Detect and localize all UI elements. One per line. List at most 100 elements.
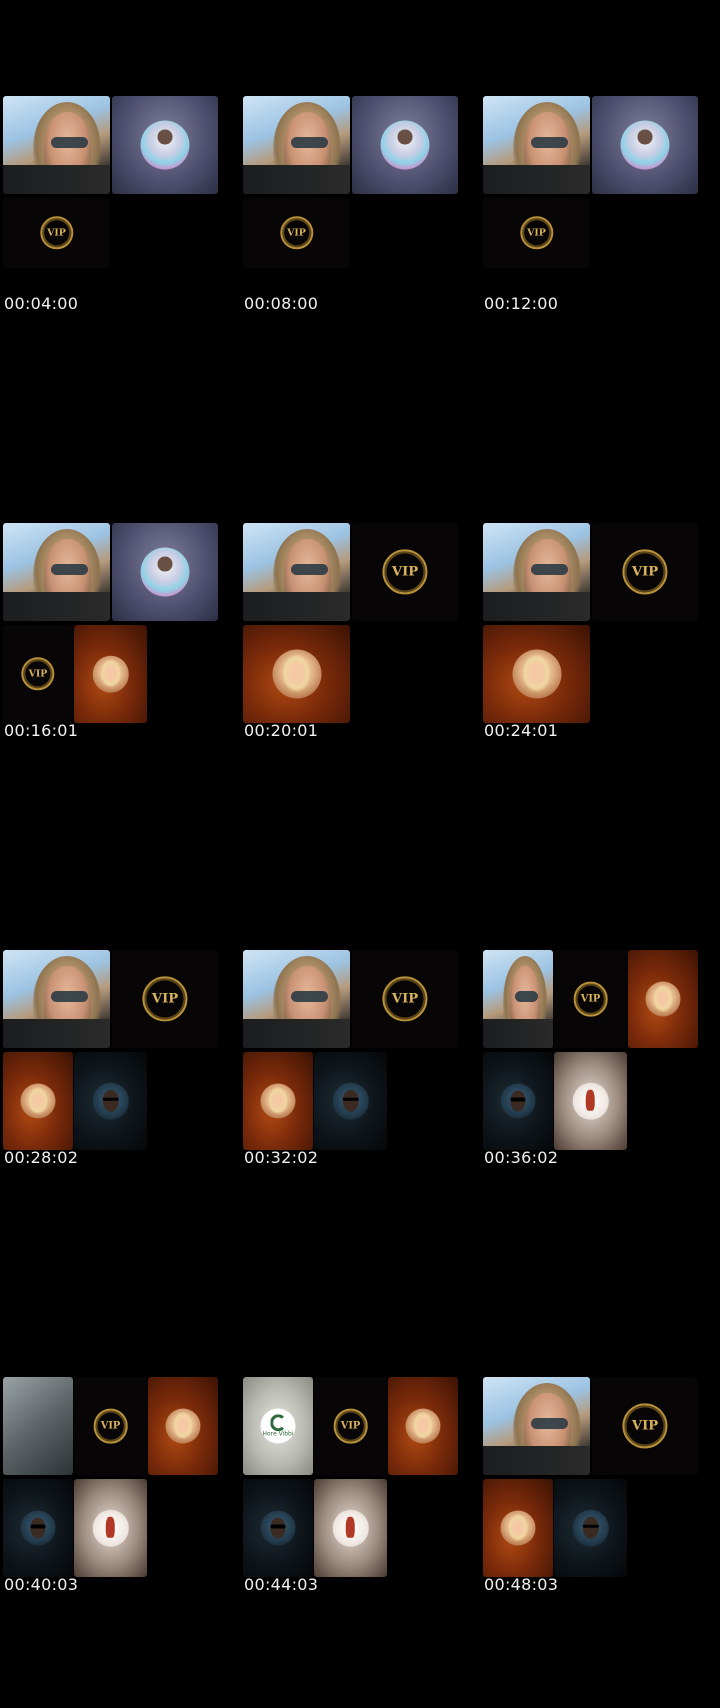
- participant-tile[interactable]: [554, 1052, 627, 1150]
- camera-tile[interactable]: [3, 523, 110, 621]
- participant-tile[interactable]: [483, 625, 590, 723]
- participant-tile[interactable]: [314, 1479, 387, 1577]
- avatar-figure: [281, 653, 312, 693]
- participant-tile[interactable]: [112, 96, 218, 194]
- avatar: [572, 1082, 609, 1120]
- avatar-figure: [342, 1090, 359, 1112]
- vip-emblem-tile[interactable]: VIP: [3, 198, 110, 268]
- participant-tile[interactable]: [243, 1052, 313, 1150]
- thumbnail-cell: 00:12:00 VIP: [480, 0, 720, 427]
- video-frame-shirt: [483, 164, 590, 194]
- avatar: [92, 1082, 129, 1120]
- video-frame-glasses: [531, 564, 568, 575]
- avatar: [20, 1510, 56, 1546]
- participant-tile[interactable]: [554, 1479, 627, 1577]
- participant-tile[interactable]: [148, 1377, 218, 1475]
- avatar-figure: [157, 129, 173, 144]
- thumbnail-cell: 00:24:01 VIP: [480, 427, 720, 854]
- video-frame-glasses: [291, 991, 328, 1002]
- avatar: [572, 1509, 609, 1547]
- camera-tile[interactable]: [483, 1377, 590, 1475]
- avatar-figure: [397, 129, 413, 144]
- avatar: [332, 1509, 369, 1547]
- vip-emblem-tile[interactable]: VIP: [592, 523, 698, 621]
- camera-tile[interactable]: [3, 1377, 73, 1475]
- participant-tile[interactable]: [74, 625, 147, 723]
- vip-emblem-tile[interactable]: VIP: [483, 198, 590, 268]
- video-frame-glasses: [291, 564, 328, 575]
- vip-emblem-tile[interactable]: VIP: [3, 625, 73, 723]
- participant-tile[interactable]: [483, 1479, 553, 1577]
- video-frame-glasses: [51, 991, 88, 1002]
- avatar: [512, 649, 561, 699]
- participant-tile[interactable]: [243, 625, 350, 723]
- camera-tile[interactable]: [3, 96, 110, 194]
- camera-tile[interactable]: [243, 950, 350, 1048]
- avatar: [332, 1082, 369, 1120]
- avatar-figure: [27, 1086, 49, 1115]
- participant-tile[interactable]: [483, 1052, 553, 1150]
- avatar: [20, 1083, 56, 1119]
- camera-tile[interactable]: [243, 96, 350, 194]
- sunglasses-icon: [342, 1097, 359, 1101]
- vip-emblem-tile[interactable]: VIP: [554, 950, 627, 1048]
- vip-emblem-tile[interactable]: VIP: [592, 1377, 698, 1475]
- thumbnail-cell: 00:36:02 VIP: [480, 854, 720, 1281]
- avatar-figure: [507, 1513, 529, 1542]
- vip-emblem-tile[interactable]: VIP: [314, 1377, 387, 1475]
- timestamp: 00:24:01: [484, 721, 559, 740]
- participant-tile[interactable]: [74, 1479, 147, 1577]
- camera-tile[interactable]: [483, 96, 590, 194]
- video-frame-shirt: [3, 164, 110, 194]
- avatar: [140, 547, 190, 597]
- participant-tile[interactable]: [3, 1479, 73, 1577]
- participant-tile[interactable]: [243, 1479, 313, 1577]
- participant-tile[interactable]: [112, 523, 218, 621]
- thumbnail-cell: 00:28:02 VIP: [0, 854, 240, 1281]
- vip-emblem-tile[interactable]: VIP: [74, 1377, 147, 1475]
- avatar-figure: [102, 1090, 119, 1112]
- camera-tile[interactable]: [3, 950, 110, 1048]
- avatar-figure: [637, 129, 653, 144]
- participant-tile[interactable]: [592, 96, 698, 194]
- vip-emblem-icon: VIP: [142, 976, 188, 1022]
- vip-emblem-tile[interactable]: VIP: [352, 523, 458, 621]
- avatar-figure: [652, 984, 674, 1013]
- timestamp: 00:04:00: [4, 294, 79, 313]
- timestamp: 00:32:02: [244, 1148, 319, 1167]
- timestamp: 00:08:00: [244, 294, 319, 313]
- participant-tile[interactable]: [74, 1052, 147, 1150]
- vip-emblem-tile[interactable]: VIP: [352, 950, 458, 1048]
- vip-emblem-tile[interactable]: VIP: [243, 198, 350, 268]
- avatar: [272, 649, 321, 699]
- vip-emblem-icon: VIP: [573, 981, 608, 1017]
- avatar-figure: [582, 1517, 599, 1539]
- participant-tile[interactable]: [628, 950, 698, 1048]
- vip-emblem-icon: VIP: [382, 976, 428, 1022]
- participant-tile[interactable]: Hore Vibbi: [243, 1377, 313, 1475]
- video-frame-glasses: [531, 1418, 568, 1429]
- participant-tile[interactable]: [352, 96, 458, 194]
- avatar: [380, 120, 430, 170]
- avatar: [645, 981, 681, 1017]
- participant-tile[interactable]: [388, 1377, 458, 1475]
- vip-emblem-icon: VIP: [622, 549, 668, 595]
- thumbnail-cell: 00:04:00 VIP: [0, 0, 240, 427]
- participant-tile[interactable]: [314, 1052, 387, 1150]
- video-frame-glasses: [531, 137, 568, 148]
- sunglasses-icon: [30, 1524, 46, 1528]
- camera-tile[interactable]: [243, 523, 350, 621]
- timestamp: 00:44:03: [244, 1575, 319, 1594]
- camera-tile[interactable]: [483, 523, 590, 621]
- avatar-figure: [157, 556, 173, 571]
- vip-emblem-icon: VIP: [39, 216, 74, 250]
- thumbnail-sheet: 00:04:00 VIP 00:08:00 VIP 00:12:00 VIP 00:1…: [0, 0, 720, 1708]
- participant-tile[interactable]: [3, 1052, 73, 1150]
- video-frame-shirt: [483, 1445, 590, 1475]
- thumbnail-cell: 00:40:03 VIP: [0, 1281, 240, 1708]
- camera-tile[interactable]: [483, 950, 553, 1048]
- vip-emblem-tile[interactable]: VIP: [112, 950, 218, 1048]
- brand-logo-caption: Hore Vibbi: [262, 1430, 294, 1438]
- video-frame-shirt: [3, 1018, 110, 1048]
- avatar: [500, 1510, 536, 1546]
